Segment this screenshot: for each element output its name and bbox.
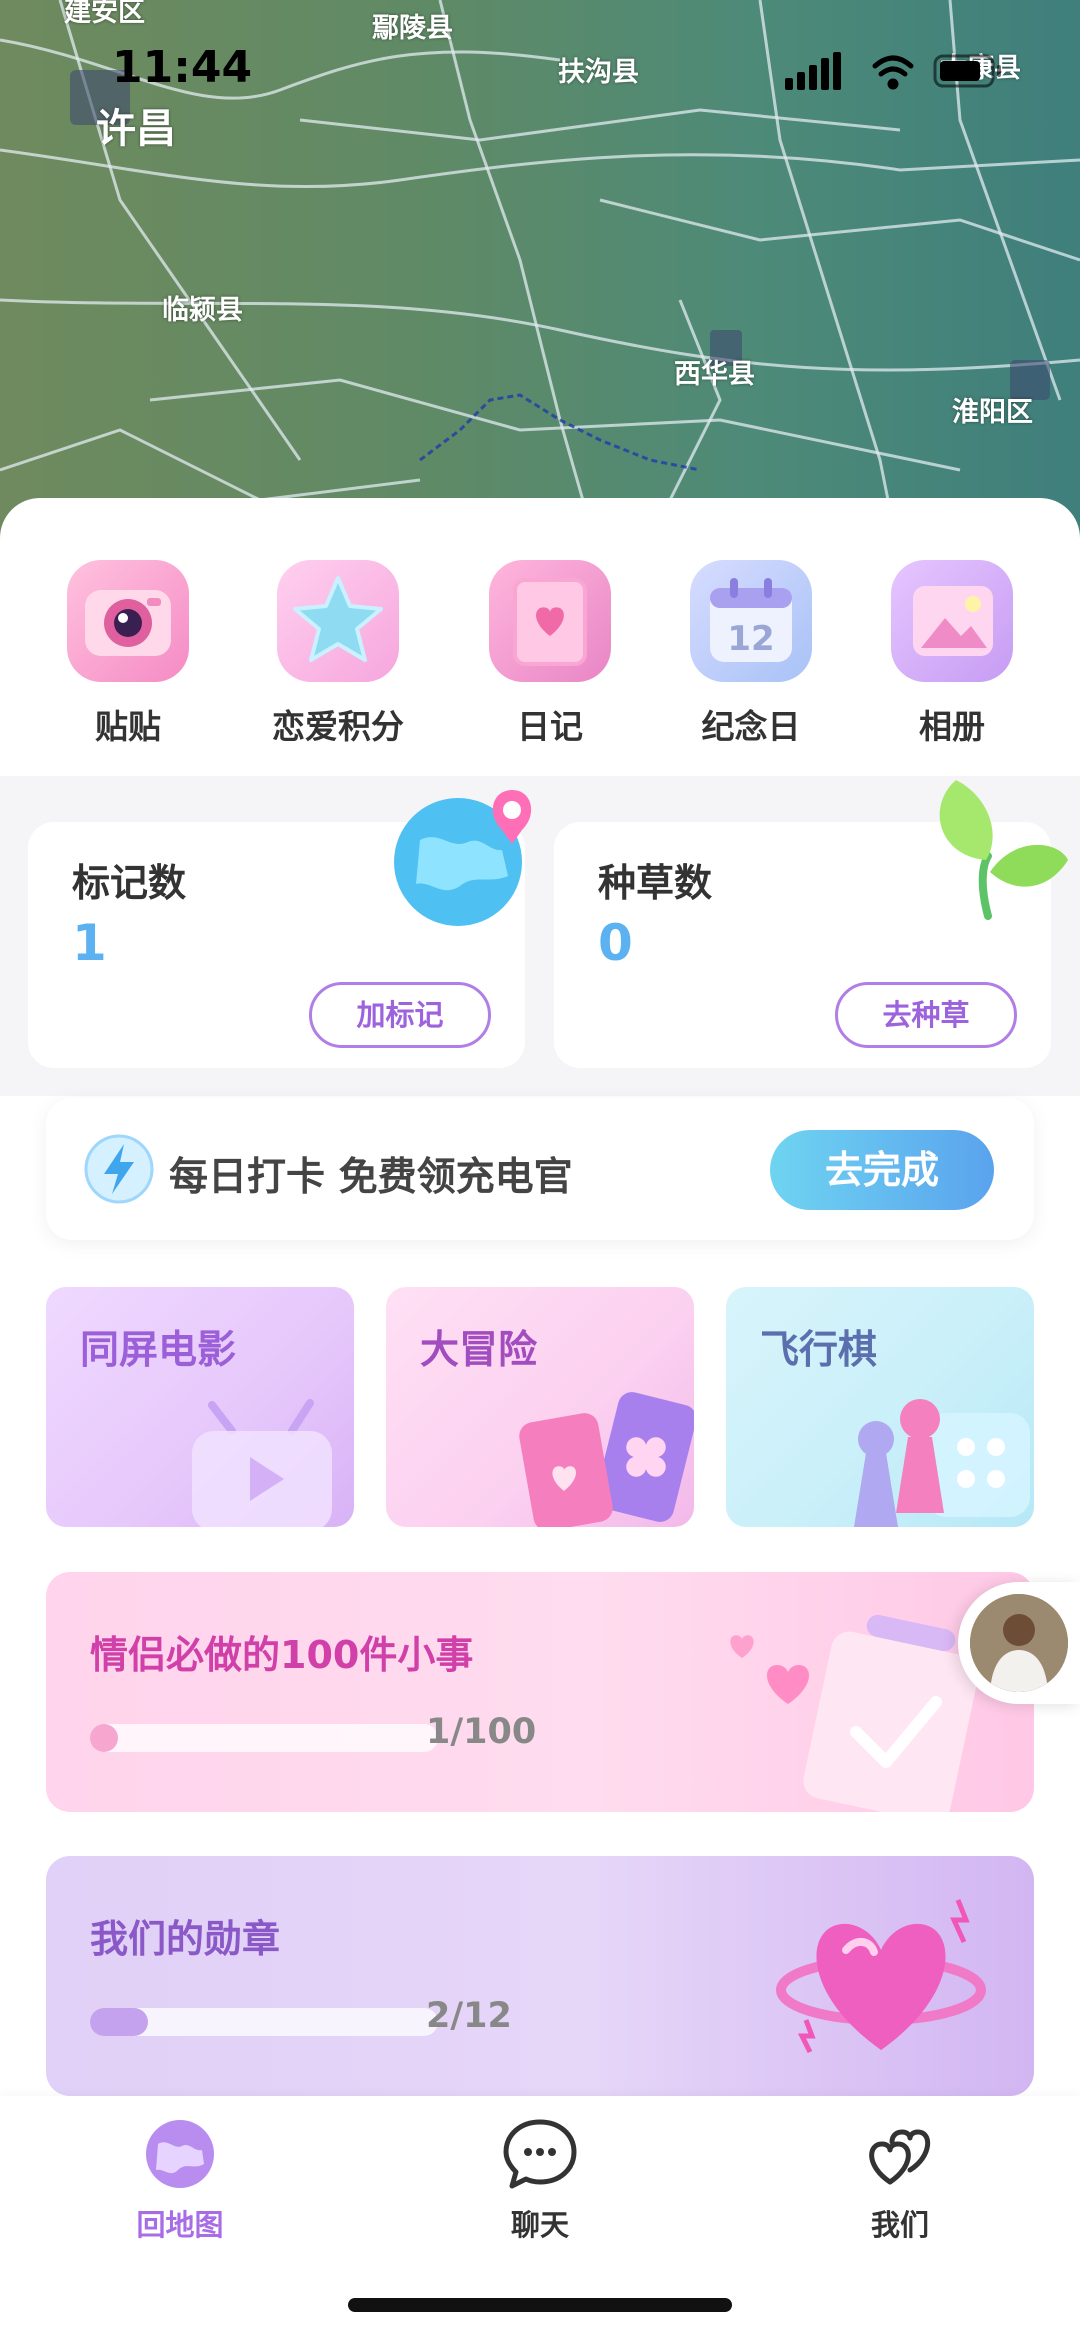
avatar xyxy=(970,1594,1068,1692)
map-place-label[interactable]: 建安区 xyxy=(64,0,145,29)
complete-checkin-button[interactable]: 去完成 xyxy=(770,1130,994,1210)
game-card-adventure[interactable]: 大冒险 xyxy=(386,1287,694,1527)
camera-icon xyxy=(67,560,189,682)
our-badges-count: 2/12 xyxy=(426,1996,512,2036)
add-mark-button[interactable]: 加标记 xyxy=(309,982,491,1048)
calendar-icon: 12 xyxy=(690,560,812,682)
battery-icon xyxy=(933,54,1001,88)
map-place-label[interactable]: 许昌 xyxy=(96,96,176,154)
quick-action-label: 纪念日 xyxy=(701,707,801,746)
map-place-label[interactable]: 鄢陵县 xyxy=(372,6,453,45)
tab-back-to-map[interactable]: 回地图 xyxy=(80,2116,280,2244)
lightning-icon xyxy=(84,1134,154,1204)
heart-badge-icon xyxy=(776,1899,986,2054)
quick-action-label: 恋爱积分 xyxy=(272,707,404,746)
wifi-icon xyxy=(872,55,914,90)
quick-action-label: 贴贴 xyxy=(95,707,161,746)
chat-icon xyxy=(503,2119,577,2189)
mark-count-title: 标记数 xyxy=(72,861,187,905)
map-place-label[interactable]: 扶沟县 xyxy=(558,50,639,89)
couple-100-things-count: 1/100 xyxy=(426,1712,537,1752)
game-title: 飞行棋 xyxy=(760,1328,878,1373)
tab-label: 聊天 xyxy=(510,2208,569,2242)
tab-us[interactable]: 我们 xyxy=(800,2116,1000,2244)
our-badges-title: 我们的勋章 xyxy=(90,1917,281,1961)
daily-checkin-text: 每日打卡 免费领充电官 xyxy=(169,1155,573,1200)
quick-action-anniversary[interactable]: 12 纪念日 xyxy=(661,560,841,748)
svg-text:12: 12 xyxy=(727,619,774,659)
daily-checkin-card: 每日打卡 免费领充电官 去完成 xyxy=(46,1098,1034,1240)
go-plant-button[interactable]: 去种草 xyxy=(835,982,1017,1048)
tab-chat[interactable]: 聊天 xyxy=(440,2116,640,2244)
game-card-movie[interactable]: 同屏电影 xyxy=(46,1287,354,1527)
home-indicator xyxy=(348,2298,732,2312)
star-icon xyxy=(277,560,399,682)
cards-icon xyxy=(519,1392,694,1527)
map-place-label[interactable]: 临颍县 xyxy=(162,288,243,327)
our-badges-card[interactable]: 我们的勋章 2/12 xyxy=(46,1856,1034,2096)
sprout-icon xyxy=(939,780,1068,920)
status-time: 11:44 xyxy=(112,42,253,93)
tab-label: 回地图 xyxy=(136,2208,224,2242)
our-badges-progress-fill xyxy=(90,2008,148,2036)
game-card-ludo[interactable]: 飞行棋 xyxy=(726,1287,1034,1527)
game-title: 大冒险 xyxy=(420,1328,538,1373)
quick-action-label: 日记 xyxy=(517,707,583,746)
quick-action-album[interactable]: 相册 xyxy=(862,560,1042,748)
tab-label: 我们 xyxy=(870,2208,929,2242)
map-place-label[interactable]: 西华县 xyxy=(674,352,755,391)
quick-action-tietie[interactable]: 贴贴 xyxy=(38,560,218,748)
plant-count-value: 0 xyxy=(598,914,633,972)
photo-album-icon xyxy=(891,560,1013,682)
couple-100-things-title: 情侣必做的100件小事 xyxy=(90,1633,474,1677)
diary-icon xyxy=(489,560,611,682)
quick-action-love-points[interactable]: 恋爱积分 xyxy=(248,560,428,748)
our-badges-progress xyxy=(90,2008,438,2036)
couple-100-things-progress xyxy=(90,1724,438,1752)
signal-icon xyxy=(785,52,841,90)
map-place-label[interactable]: 淮阳区 xyxy=(952,390,1033,429)
partner-avatar-button[interactable] xyxy=(958,1582,1080,1704)
globe-icon xyxy=(146,2120,214,2188)
status-icons xyxy=(785,52,1001,90)
game-title: 同屏电影 xyxy=(80,1328,237,1373)
mark-count-value: 1 xyxy=(72,914,107,972)
couple-100-things-card[interactable]: 情侣必做的100件小事 1/100 xyxy=(46,1572,1034,1812)
plant-count-title: 种草数 xyxy=(598,861,713,905)
globe-pin-icon xyxy=(394,790,532,926)
couple-100-things-progress-fill xyxy=(90,1724,118,1752)
quick-actions: 贴贴 恋爱积分 日记 12 纪念日 相册 xyxy=(0,560,1080,750)
quick-action-label: 相册 xyxy=(919,707,985,746)
quick-action-diary[interactable]: 日记 xyxy=(460,560,640,748)
hearts-icon xyxy=(869,2129,931,2185)
tv-icon xyxy=(192,1399,332,1527)
ludo-pieces-icon xyxy=(854,1399,1030,1527)
